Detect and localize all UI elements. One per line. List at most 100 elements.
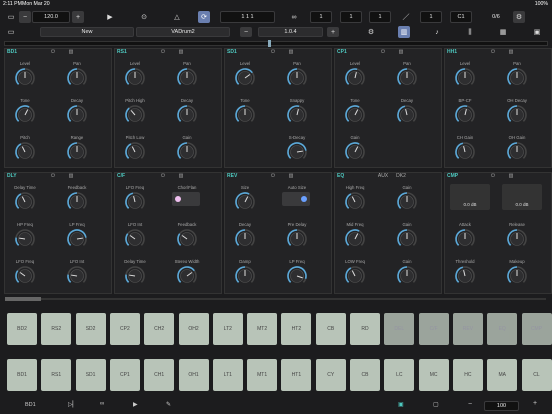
gear-icon[interactable]: ⚙ bbox=[513, 11, 525, 23]
drum-pad-cp1[interactable]: CP1 bbox=[109, 359, 140, 391]
mute-solo-icon[interactable]: ▥ bbox=[282, 173, 300, 179]
record-icon[interactable]: ⊙ bbox=[138, 11, 150, 23]
link-icon[interactable]: ∞ bbox=[288, 11, 300, 23]
knob-lp-freq[interactable] bbox=[66, 228, 88, 250]
drum-pad-cp2[interactable]: CP2 bbox=[109, 313, 140, 345]
version-decrement-button[interactable]: − bbox=[240, 27, 252, 37]
key-field[interactable]: C1 bbox=[450, 11, 472, 23]
knob-threshold[interactable] bbox=[454, 265, 476, 287]
drum-pad-lt2[interactable]: LT2 bbox=[212, 313, 243, 345]
mute-solo-icon[interactable]: ▥ bbox=[172, 173, 190, 179]
mute-solo-icon[interactable]: ▥ bbox=[62, 49, 80, 55]
drum-pad-mc[interactable]: MC bbox=[418, 359, 449, 391]
section-header[interactable]: EQ AUX DK2 bbox=[334, 172, 442, 180]
knob-tone[interactable] bbox=[234, 104, 256, 126]
knob-mid-freq[interactable] bbox=[344, 228, 366, 250]
drum-pad-oh1[interactable]: OH1 bbox=[178, 359, 209, 391]
knob-tone[interactable] bbox=[344, 104, 366, 126]
power-icon[interactable]: ⏻ bbox=[264, 49, 282, 55]
knob-attack[interactable] bbox=[454, 228, 476, 250]
knob-low-freq[interactable] bbox=[344, 265, 366, 287]
bar-field[interactable]: 1 bbox=[310, 11, 332, 23]
power-icon[interactable]: ⏻ bbox=[44, 173, 62, 179]
drum-pad-lt1[interactable]: LT1 bbox=[212, 359, 243, 391]
metronome-icon[interactable]: △ bbox=[171, 11, 183, 23]
knob-lfo-int[interactable] bbox=[66, 265, 88, 287]
toggle-switch[interactable] bbox=[282, 192, 310, 206]
version-increment-button[interactable]: + bbox=[327, 27, 339, 37]
drum-pad-sd1[interactable]: SD1 bbox=[75, 359, 106, 391]
power-icon[interactable]: ⏻ bbox=[484, 49, 502, 55]
playhead[interactable] bbox=[268, 40, 271, 47]
knob-snappy[interactable] bbox=[286, 104, 308, 126]
knob-range[interactable] bbox=[66, 141, 88, 163]
kit-name-field[interactable]: VADrum2 bbox=[136, 27, 230, 37]
section-header[interactable]: REV ⏻ ▥ bbox=[224, 172, 332, 180]
knob-ch-gain[interactable] bbox=[454, 141, 476, 163]
link-bottom-icon[interactable]: ∞ bbox=[100, 401, 104, 407]
settings-icon[interactable]: ⚙ bbox=[365, 26, 377, 38]
knob-high-freq[interactable] bbox=[344, 191, 366, 213]
erase-icon[interactable]: ✎ bbox=[166, 401, 171, 408]
drum-pad-c-f[interactable]: C/F bbox=[418, 313, 449, 345]
vel-square-icon[interactable]: ▢ bbox=[433, 401, 439, 408]
knob-decay[interactable] bbox=[176, 104, 198, 126]
count-field[interactable]: 1 bbox=[420, 11, 442, 23]
mute-solo-icon[interactable]: ▥ bbox=[502, 173, 520, 179]
knob-s-decay[interactable] bbox=[286, 141, 308, 163]
knob-level[interactable] bbox=[234, 67, 256, 89]
knob-release[interactable] bbox=[506, 228, 528, 250]
power-icon[interactable]: ⏻ bbox=[154, 49, 172, 55]
drum-pad-mt1[interactable]: MT1 bbox=[247, 359, 278, 391]
drum-pad-oh2[interactable]: OH2 bbox=[178, 313, 209, 345]
dk-button[interactable]: DK2 bbox=[392, 173, 410, 179]
drum-pad-lc[interactable]: LC bbox=[384, 359, 415, 391]
knob-oh-decay[interactable] bbox=[506, 104, 528, 126]
knob-pitch-high[interactable] bbox=[124, 104, 146, 126]
beat-field[interactable]: 1 bbox=[340, 11, 362, 23]
timeline-scrubber[interactable] bbox=[4, 41, 548, 46]
knob-pan[interactable] bbox=[396, 67, 418, 89]
version-field[interactable]: 1.0.4 bbox=[258, 27, 323, 37]
section-header[interactable]: CMP ⏻ ▥ bbox=[444, 172, 552, 180]
knob-pan[interactable] bbox=[286, 67, 308, 89]
mute-solo-icon[interactable]: ▥ bbox=[62, 173, 80, 179]
drum-pad-mt2[interactable]: MT2 bbox=[247, 313, 278, 345]
knob-feedback[interactable] bbox=[176, 228, 198, 250]
sidebar-icon[interactable]: ▭ bbox=[5, 11, 17, 23]
velocity-field[interactable]: 100 bbox=[484, 401, 519, 411]
drum-pad-cl[interactable]: CL bbox=[521, 359, 552, 391]
drum-pad-sd2[interactable]: SD2 bbox=[75, 313, 106, 345]
grid-icon[interactable]: ▦ bbox=[497, 26, 509, 38]
drum-pad-hc[interactable]: HC bbox=[452, 359, 483, 391]
drum-pad-ht2[interactable]: HT2 bbox=[281, 313, 312, 345]
mute-solo-icon[interactable]: ▥ bbox=[502, 49, 520, 55]
new-button[interactable]: New bbox=[40, 27, 134, 37]
knob-hp-freq[interactable] bbox=[14, 228, 36, 250]
mixer-icon[interactable]: ⫼ bbox=[464, 26, 476, 38]
knob-size[interactable] bbox=[234, 191, 256, 213]
drum-pad-eq[interactable]: EQ bbox=[487, 313, 518, 345]
drum-pad-bd1[interactable]: BD1 bbox=[7, 359, 37, 391]
tempo-field[interactable]: 120.0 bbox=[32, 11, 70, 23]
knob-pre-delay[interactable] bbox=[286, 228, 308, 250]
knob-gain[interactable] bbox=[396, 228, 418, 250]
power-icon[interactable]: ⏻ bbox=[374, 49, 392, 55]
aux-button[interactable]: AUX bbox=[374, 173, 392, 179]
knob-pitch[interactable] bbox=[14, 141, 36, 163]
knob-pan[interactable] bbox=[66, 67, 88, 89]
knob-decay[interactable] bbox=[66, 104, 88, 126]
knob-pitch-low[interactable] bbox=[124, 141, 146, 163]
knob-delay-time[interactable] bbox=[14, 191, 36, 213]
knob-lfo-int[interactable] bbox=[124, 228, 146, 250]
drum-pad-cb[interactable]: CB bbox=[350, 359, 380, 391]
velocity-decrement-button[interactable]: − bbox=[468, 401, 472, 408]
section-header[interactable]: SD1 ⏻ ▥ bbox=[224, 48, 332, 56]
knob-decay[interactable] bbox=[234, 228, 256, 250]
section-header[interactable]: HH1 ⏻ ▥ bbox=[444, 48, 552, 56]
mute-solo-icon[interactable]: ▥ bbox=[172, 49, 190, 55]
toggle-switch[interactable] bbox=[172, 192, 200, 206]
knob-level[interactable] bbox=[14, 67, 36, 89]
mute-solo-icon[interactable]: ▥ bbox=[392, 49, 410, 55]
pad-scroll-handle[interactable] bbox=[5, 297, 41, 301]
